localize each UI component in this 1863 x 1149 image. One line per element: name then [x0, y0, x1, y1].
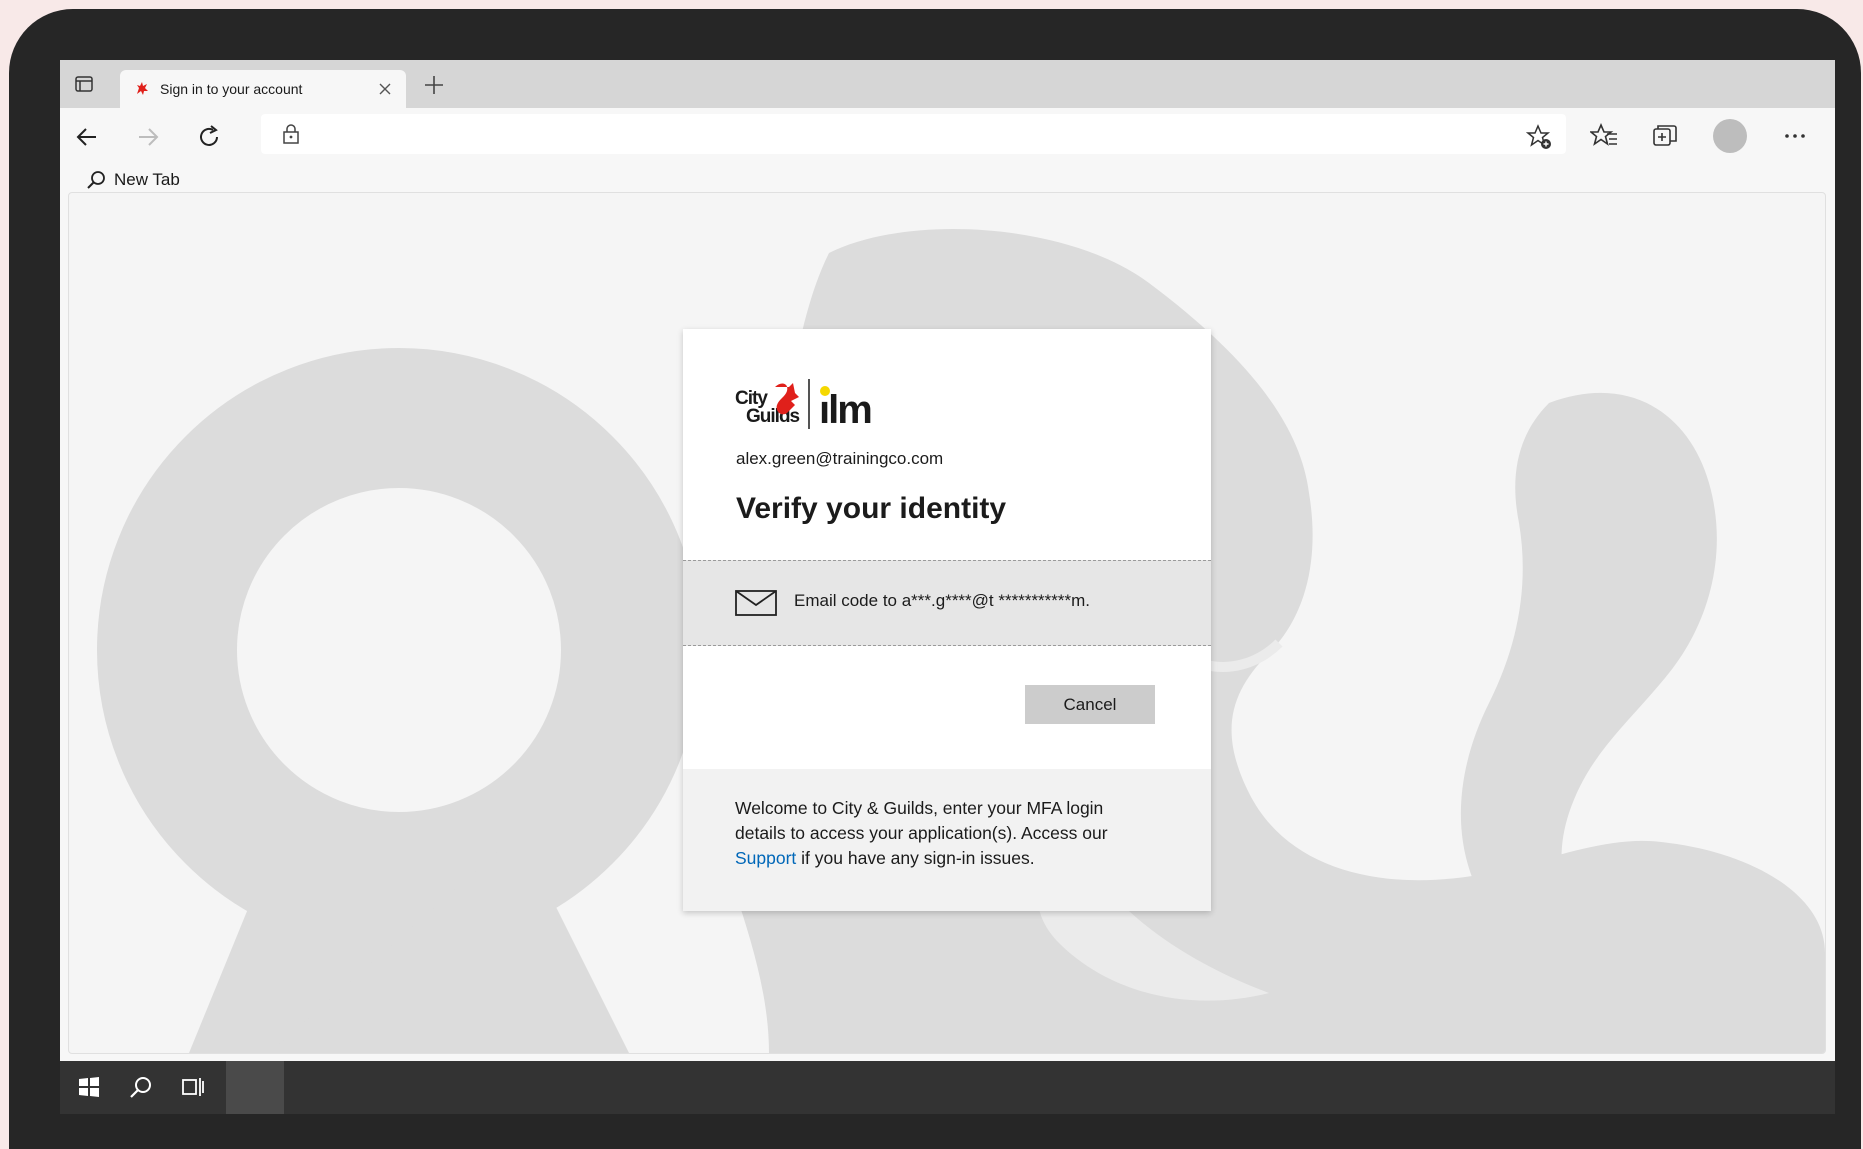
- svg-text:Guilds: Guilds: [746, 406, 800, 427]
- taskbar-app-edge[interactable]: [226, 1061, 284, 1114]
- forward-icon[interactable]: [135, 124, 161, 150]
- svg-text:ılm: ılm: [819, 388, 871, 432]
- favorites-bar-label: New Tab: [114, 170, 180, 189]
- tab-actions-icon[interactable]: [74, 74, 94, 94]
- taskbar: [60, 1061, 1835, 1114]
- mail-icon: [735, 590, 777, 616]
- tab-active[interactable]: Sign in to your account: [120, 70, 406, 108]
- signin-footer: Welcome to City & Guilds, enter your MFA…: [683, 769, 1211, 911]
- add-favorite-icon[interactable]: [1526, 124, 1552, 150]
- more-icon[interactable]: [1781, 122, 1809, 150]
- address-bar[interactable]: [261, 114, 1566, 154]
- search-icon: [87, 171, 105, 189]
- cancel-button[interactable]: Cancel: [1025, 685, 1155, 724]
- screen: Sign in to your account New Tab City Gui…: [60, 60, 1835, 1114]
- page-viewport: City Guilds ılm alex.green@trainingco.co…: [68, 192, 1826, 1054]
- email-code-option-label: Email code to a***.g****@t ***********m.: [794, 591, 1091, 610]
- city-guilds-ilm-logo: City Guilds ılm: [735, 379, 873, 432]
- profile-avatar[interactable]: [1713, 119, 1747, 153]
- plus-icon[interactable]: [423, 74, 445, 96]
- email-code-option[interactable]: Email code to a***.g****@t ***********m.: [683, 560, 1211, 646]
- account-identity: alex.green@trainingco.com: [736, 449, 944, 468]
- task-view-icon[interactable]: [181, 1075, 205, 1099]
- collections-icon[interactable]: [1651, 122, 1679, 150]
- support-link[interactable]: Support: [735, 848, 796, 868]
- windows-icon[interactable]: [77, 1075, 101, 1099]
- browser-toolbar: [60, 108, 1835, 166]
- favorites-bar-item-new-tab[interactable]: New Tab: [86, 170, 180, 190]
- device-frame: Sign in to your account New Tab City Gui…: [9, 9, 1861, 1149]
- close-icon[interactable]: [378, 82, 392, 96]
- tab-strip: Sign in to your account: [60, 60, 1835, 108]
- city-guilds-favicon-icon: [137, 82, 148, 95]
- page-title: Verify your identity: [736, 492, 1007, 525]
- refresh-icon[interactable]: [196, 124, 222, 150]
- back-icon[interactable]: [74, 124, 100, 150]
- search-icon[interactable]: [129, 1075, 153, 1099]
- footer-text-after: if you have any sign-in issues.: [801, 848, 1035, 868]
- lock-icon[interactable]: [281, 124, 301, 144]
- tab-title: Sign in to your account: [160, 81, 303, 97]
- footer-message: Welcome to City & Guilds, enter your MFA…: [735, 796, 1155, 871]
- footer-text-before: Welcome to City & Guilds, enter your MFA…: [735, 798, 1108, 843]
- favorites-icon[interactable]: [1590, 122, 1618, 150]
- signin-card: City Guilds ılm alex.green@trainingco.co…: [683, 329, 1211, 911]
